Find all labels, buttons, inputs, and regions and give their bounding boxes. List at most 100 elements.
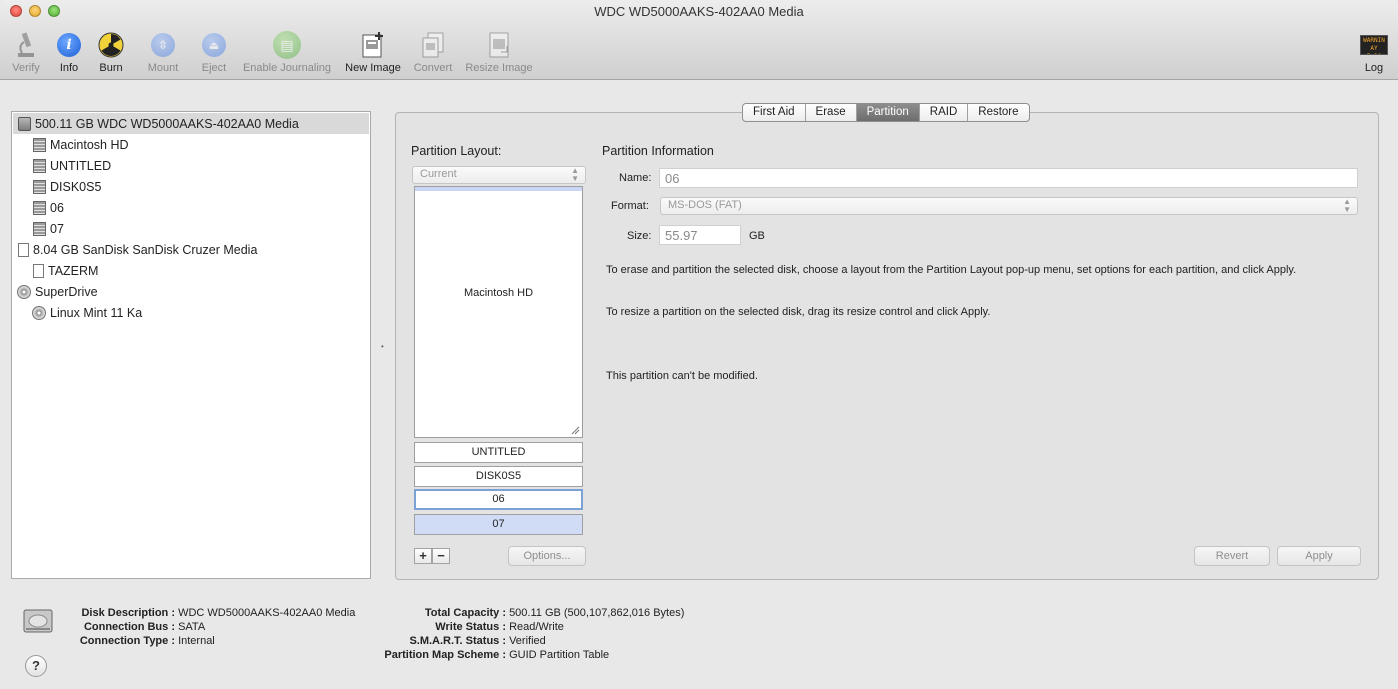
- verify-label: Verify: [12, 62, 40, 74]
- tab-restore[interactable]: Restore: [968, 104, 1028, 121]
- popup-arrows-icon: ▲ ▼: [1343, 197, 1351, 214]
- disk-list-item[interactable]: 06: [33, 197, 64, 218]
- partition-block[interactable]: 07: [414, 514, 583, 535]
- size-label: Size:: [627, 230, 652, 242]
- window-title: WDC WD5000AAKS-402AA0 Media: [594, 4, 804, 19]
- disk-list-item[interactable]: TAZERM: [33, 260, 98, 281]
- disk-list-item-label: DISK0S5: [50, 179, 102, 194]
- disk-list-item-label: UNTITLED: [50, 158, 112, 173]
- disk-list-item[interactable]: 07: [33, 218, 64, 239]
- volume-icon: [33, 221, 46, 236]
- convert-button[interactable]: Convert: [410, 30, 456, 74]
- disk-list-item[interactable]: Linux Mint 11 Ka: [32, 302, 142, 323]
- tab-bar: First Aid Erase Partition RAID Restore: [742, 103, 1030, 122]
- split-view-handle-icon[interactable]: •: [381, 342, 384, 351]
- disc-icon: [32, 305, 46, 320]
- detail-value: WDC WD5000AAKS-402AA0 Media: [178, 607, 356, 619]
- info-button[interactable]: i Info: [56, 30, 82, 74]
- volume-icon: [33, 200, 46, 215]
- info-icon: i: [57, 33, 81, 57]
- remove-partition-button[interactable]: −: [432, 548, 450, 564]
- verify-button[interactable]: Verify: [8, 30, 44, 74]
- name-field[interactable]: 06: [659, 168, 1358, 188]
- eject-button[interactable]: ⏏ Eject: [199, 30, 229, 74]
- disk-list-item-label: 8.04 GB SanDisk SanDisk Cruzer Media: [33, 242, 258, 257]
- hard-disk-large-icon: [22, 604, 54, 639]
- resize-handle-icon[interactable]: [570, 425, 580, 435]
- partition-map-top-bar: [415, 187, 582, 191]
- partition-status-text: This partition can't be modified.: [606, 370, 758, 382]
- partition-block[interactable]: UNTITLED: [414, 442, 583, 463]
- partition-info-heading: Partition Information: [602, 144, 714, 158]
- eject-label: Eject: [201, 62, 227, 74]
- partition-map[interactable]: Macintosh HD: [414, 186, 583, 438]
- hard-disk-icon: [18, 116, 31, 131]
- tab-erase[interactable]: Erase: [806, 104, 857, 121]
- log-badge-text: WARNIN: [1363, 37, 1385, 44]
- mount-icon: ⇳: [151, 33, 175, 57]
- popup-arrows-icon: ▲ ▼: [571, 166, 579, 183]
- format-value: MS-DOS (FAT): [668, 199, 742, 211]
- detail-value: GUID Partition Table: [509, 649, 610, 661]
- detail-key: Partition Map Scheme :: [384, 649, 506, 661]
- burn-label: Burn: [99, 62, 123, 74]
- help-button[interactable]: ?: [25, 655, 47, 677]
- add-partition-button[interactable]: +: [414, 548, 432, 564]
- burn-button[interactable]: Burn: [97, 30, 125, 74]
- volume-icon: [33, 179, 46, 194]
- partition-block[interactable]: DISK0S5: [414, 466, 583, 487]
- mount-label: Mount: [147, 62, 179, 74]
- partition-layout-value: Current: [420, 168, 457, 180]
- partition-layout-heading: Partition Layout:: [411, 144, 502, 158]
- resize-image-button[interactable]: Resize Image: [463, 30, 535, 74]
- mount-button[interactable]: ⇳ Mount: [144, 30, 182, 74]
- format-popup[interactable]: MS-DOS (FAT) ▲ ▼: [660, 197, 1358, 215]
- detail-value: 500.11 GB (500,107,862,016 Bytes): [509, 607, 685, 619]
- usb-volume-icon: [33, 263, 44, 278]
- options-button[interactable]: Options...: [508, 546, 586, 566]
- disk-list-item-label: 06: [50, 200, 64, 215]
- disk-list-item[interactable]: SuperDrive: [17, 281, 98, 302]
- disk-list-item[interactable]: 8.04 GB SanDisk SanDisk Cruzer Media: [18, 239, 257, 260]
- detail-value: Read/Write: [509, 621, 564, 633]
- disk-list-item-label: Macintosh HD: [50, 137, 129, 152]
- tab-partition[interactable]: Partition: [856, 104, 920, 121]
- disk-list-item[interactable]: 500.11 GB WDC WD5000AAKS-402AA0 Media: [13, 113, 369, 134]
- journaling-icon: ▤: [273, 31, 301, 59]
- size-field[interactable]: 55.97: [659, 225, 741, 245]
- name-label: Name:: [619, 172, 652, 184]
- log-label: Log: [1364, 62, 1384, 74]
- convert-label: Convert: [413, 62, 453, 74]
- detail-value: SATA: [178, 621, 206, 633]
- new-image-button[interactable]: New Image: [342, 30, 404, 74]
- microscope-icon: [8, 30, 44, 60]
- log-icon: WARNIN AY 7:36: [1358, 30, 1390, 60]
- format-label: Format:: [611, 200, 649, 212]
- disk-list[interactable]: 500.11 GB WDC WD5000AAKS-402AA0 Media Ma…: [11, 111, 371, 579]
- optical-drive-icon: [17, 284, 31, 299]
- resize-image-icon: [463, 30, 535, 60]
- partition-block-selected[interactable]: 06: [414, 489, 583, 510]
- detail-key: Write Status :: [435, 621, 506, 633]
- new-image-icon: [342, 30, 404, 60]
- partition-layout-popup[interactable]: Current ▲ ▼: [412, 166, 586, 184]
- window-toolbar: WDC WD5000AAKS-402AA0 Media Verify i Inf…: [0, 0, 1398, 80]
- detail-key: Total Capacity :: [424, 607, 506, 619]
- volume-icon: [33, 137, 46, 152]
- tab-raid[interactable]: RAID: [920, 104, 969, 121]
- instructions-text: To erase and partition the selected disk…: [606, 264, 1297, 276]
- disk-list-item-label: TAZERM: [48, 263, 99, 278]
- log-button[interactable]: WARNIN AY 7:36 Log: [1358, 30, 1390, 74]
- tab-first-aid[interactable]: First Aid: [743, 104, 806, 121]
- disk-list-item[interactable]: DISK0S5: [33, 176, 101, 197]
- apply-button[interactable]: Apply: [1277, 546, 1361, 566]
- detail-key: Connection Type :: [79, 635, 175, 647]
- enable-journaling-button[interactable]: ▤ Enable Journaling: [239, 30, 335, 74]
- revert-button[interactable]: Revert: [1194, 546, 1270, 566]
- eject-icon: ⏏: [202, 33, 226, 57]
- disk-list-item[interactable]: Macintosh HD: [33, 134, 129, 155]
- detail-key: S.M.A.R.T. Status :: [409, 635, 506, 647]
- enable-journaling-label: Enable Journaling: [242, 62, 332, 74]
- info-label: Info: [59, 62, 79, 74]
- disk-list-item[interactable]: UNTITLED: [33, 155, 111, 176]
